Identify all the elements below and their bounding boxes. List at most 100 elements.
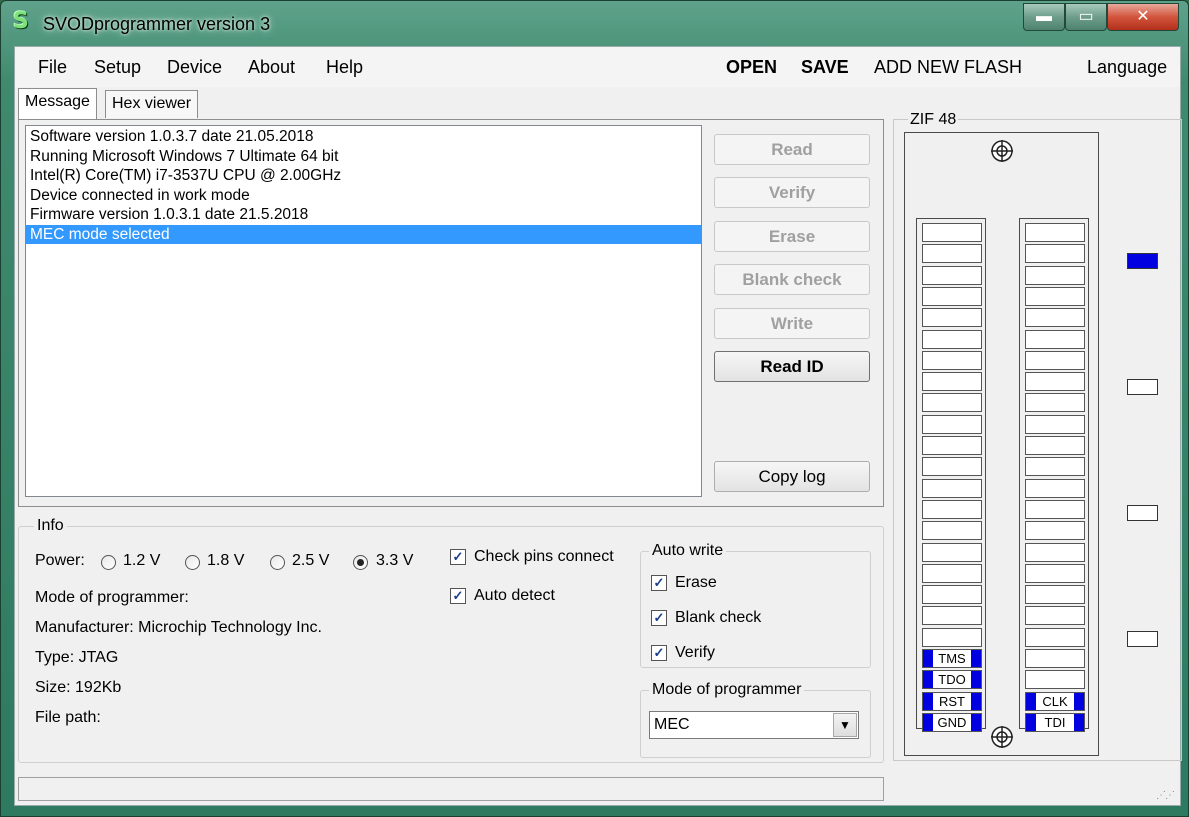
zif-pin <box>922 457 982 477</box>
menu-setup[interactable]: Setup <box>94 57 141 78</box>
zif-pin <box>1025 457 1085 477</box>
zif-left-pin-column: TMS TDO RST GND <box>916 218 986 732</box>
zif-pin <box>922 350 982 370</box>
info-title: Info <box>34 517 67 535</box>
zif-pin-labeled: TMS <box>922 649 982 668</box>
auto-erase-label[interactable]: Erase <box>675 574 717 592</box>
auto-verify-label[interactable]: Verify <box>675 644 715 662</box>
log-line[interactable]: Device connected in work mode <box>26 186 701 206</box>
status-indicator <box>1127 631 1158 647</box>
status-indicator-active <box>1127 253 1158 269</box>
auto-write-title: Auto write <box>649 542 727 560</box>
read-button[interactable]: Read <box>714 134 870 165</box>
mode-select-value: MEC <box>654 716 690 733</box>
radio-1-2v[interactable] <box>101 555 116 570</box>
zif-pin-labeled: RST <box>922 691 982 711</box>
menu-device[interactable]: Device <box>167 57 222 78</box>
radio-1-8v[interactable] <box>185 555 200 570</box>
check-pins-label[interactable]: Check pins connect <box>474 548 614 566</box>
read-id-button[interactable]: Read ID <box>714 351 870 382</box>
mode-select[interactable]: MEC ▼ <box>649 711 859 739</box>
radio-1-2v-label[interactable]: 1.2 V <box>123 552 160 570</box>
zif-pin <box>922 436 982 455</box>
zif-pin <box>922 627 982 647</box>
maximize-button[interactable]: ▭ <box>1065 3 1107 31</box>
radio-3-3v[interactable] <box>353 555 368 570</box>
radio-2-5v-label[interactable]: 2.5 V <box>292 552 329 570</box>
app-window: S SVODprogrammer version 3 ▬ ▭ ✕ File Se… <box>0 0 1189 817</box>
write-button[interactable]: Write <box>714 308 870 339</box>
zif-pin <box>922 563 982 583</box>
zif-pin <box>1025 265 1085 285</box>
status-pane <box>18 777 884 801</box>
menu-save[interactable]: SAVE <box>801 57 849 78</box>
menu-open[interactable]: OPEN <box>726 57 777 78</box>
check-pins-checkbox[interactable]: ✓ <box>450 549 466 565</box>
resize-grip-icon[interactable]: ⋰⋰ <box>1156 790 1175 801</box>
zif-pin <box>1025 393 1085 413</box>
zif-pin <box>1025 499 1085 519</box>
manufacturer-text: Manufacturer: Microchip Technology Inc. <box>35 619 322 636</box>
minimize-button[interactable]: ▬ <box>1023 3 1065 31</box>
zif-pin <box>922 223 982 242</box>
log-listbox[interactable]: Software version 1.0.3.7 date 21.05.2018… <box>25 125 702 497</box>
zif-pin <box>1025 649 1085 668</box>
menu-file[interactable]: File <box>38 57 67 78</box>
screw-icon <box>991 726 1013 748</box>
auto-write-group: Auto write ✓ Erase ✓ Blank check ✓ Verif… <box>640 542 871 668</box>
radio-1-8v-label[interactable]: 1.8 V <box>207 552 244 570</box>
auto-verify-checkbox[interactable]: ✓ <box>651 645 667 661</box>
auto-detect-label[interactable]: Auto detect <box>474 587 555 605</box>
zif-pin-labeled: TDI <box>1025 712 1085 732</box>
log-line[interactable]: Firmware version 1.0.3.1 date 21.5.2018 <box>26 205 701 225</box>
verify-button[interactable]: Verify <box>714 177 870 208</box>
zif-pin <box>922 329 982 349</box>
mode-of-programmer-group: Mode of programmer MEC ▼ <box>640 681 871 758</box>
size-text: Size: 192Kb <box>35 679 122 696</box>
power-label: Power: <box>35 552 85 569</box>
zif-pin-labeled: CLK <box>1025 691 1085 711</box>
message-panel: Software version 1.0.3.7 date 21.05.2018… <box>18 119 884 507</box>
zif-pin <box>922 478 982 498</box>
zif-pin <box>922 244 982 264</box>
title-bar[interactable]: S SVODprogrammer version 3 ▬ ▭ ✕ <box>1 1 1188 45</box>
status-bar: ⋰⋰ <box>18 777 1178 803</box>
zif-pin <box>1025 372 1085 392</box>
copy-log-button[interactable]: Copy log <box>714 461 870 492</box>
auto-blank-check-label[interactable]: Blank check <box>675 609 761 627</box>
log-line[interactable]: Intel(R) Core(TM) i7-3537U CPU @ 2.00GHz <box>26 166 701 186</box>
auto-blank-check-checkbox[interactable]: ✓ <box>651 610 667 626</box>
tab-hex-viewer[interactable]: Hex viewer <box>105 90 199 118</box>
zif-pin <box>922 521 982 541</box>
log-line[interactable]: Software version 1.0.3.7 date 21.05.2018 <box>26 127 701 147</box>
zif-pin <box>922 286 982 306</box>
close-button[interactable]: ✕ <box>1107 3 1179 31</box>
log-line-selected[interactable]: MEC mode selected <box>26 224 701 244</box>
mode-of-programmer-text: Mode of programmer: <box>35 589 189 606</box>
chevron-down-icon[interactable]: ▼ <box>833 713 857 737</box>
radio-3-3v-label[interactable]: 3.3 V <box>376 552 413 570</box>
tab-message[interactable]: Message <box>18 88 97 119</box>
erase-button[interactable]: Erase <box>714 221 870 252</box>
log-line[interactable]: Running Microsoft Windows 7 Ultimate 64 … <box>26 147 701 167</box>
menu-help[interactable]: Help <box>326 57 363 78</box>
menu-language[interactable]: Language <box>1087 57 1167 78</box>
zif-pin <box>922 265 982 285</box>
zif-pin <box>1025 521 1085 541</box>
blank-check-button[interactable]: Blank check <box>714 264 870 295</box>
zif-pin <box>1025 436 1085 455</box>
menu-about[interactable]: About <box>248 57 295 78</box>
zif-pin <box>922 606 982 626</box>
zif-pin <box>1025 563 1085 583</box>
zif-pin <box>922 308 982 328</box>
zif-pin-labeled: TDO <box>922 670 982 690</box>
zif-pin <box>922 499 982 519</box>
radio-2-5v[interactable] <box>270 555 285 570</box>
app-icon: S <box>13 9 29 34</box>
auto-erase-checkbox[interactable]: ✓ <box>651 575 667 591</box>
zif-pin <box>1025 478 1085 498</box>
menu-add-new-flash[interactable]: ADD NEW FLASH <box>874 57 1022 78</box>
zif-pin <box>1025 414 1085 434</box>
auto-detect-checkbox[interactable]: ✓ <box>450 588 466 604</box>
status-indicator <box>1127 505 1158 521</box>
